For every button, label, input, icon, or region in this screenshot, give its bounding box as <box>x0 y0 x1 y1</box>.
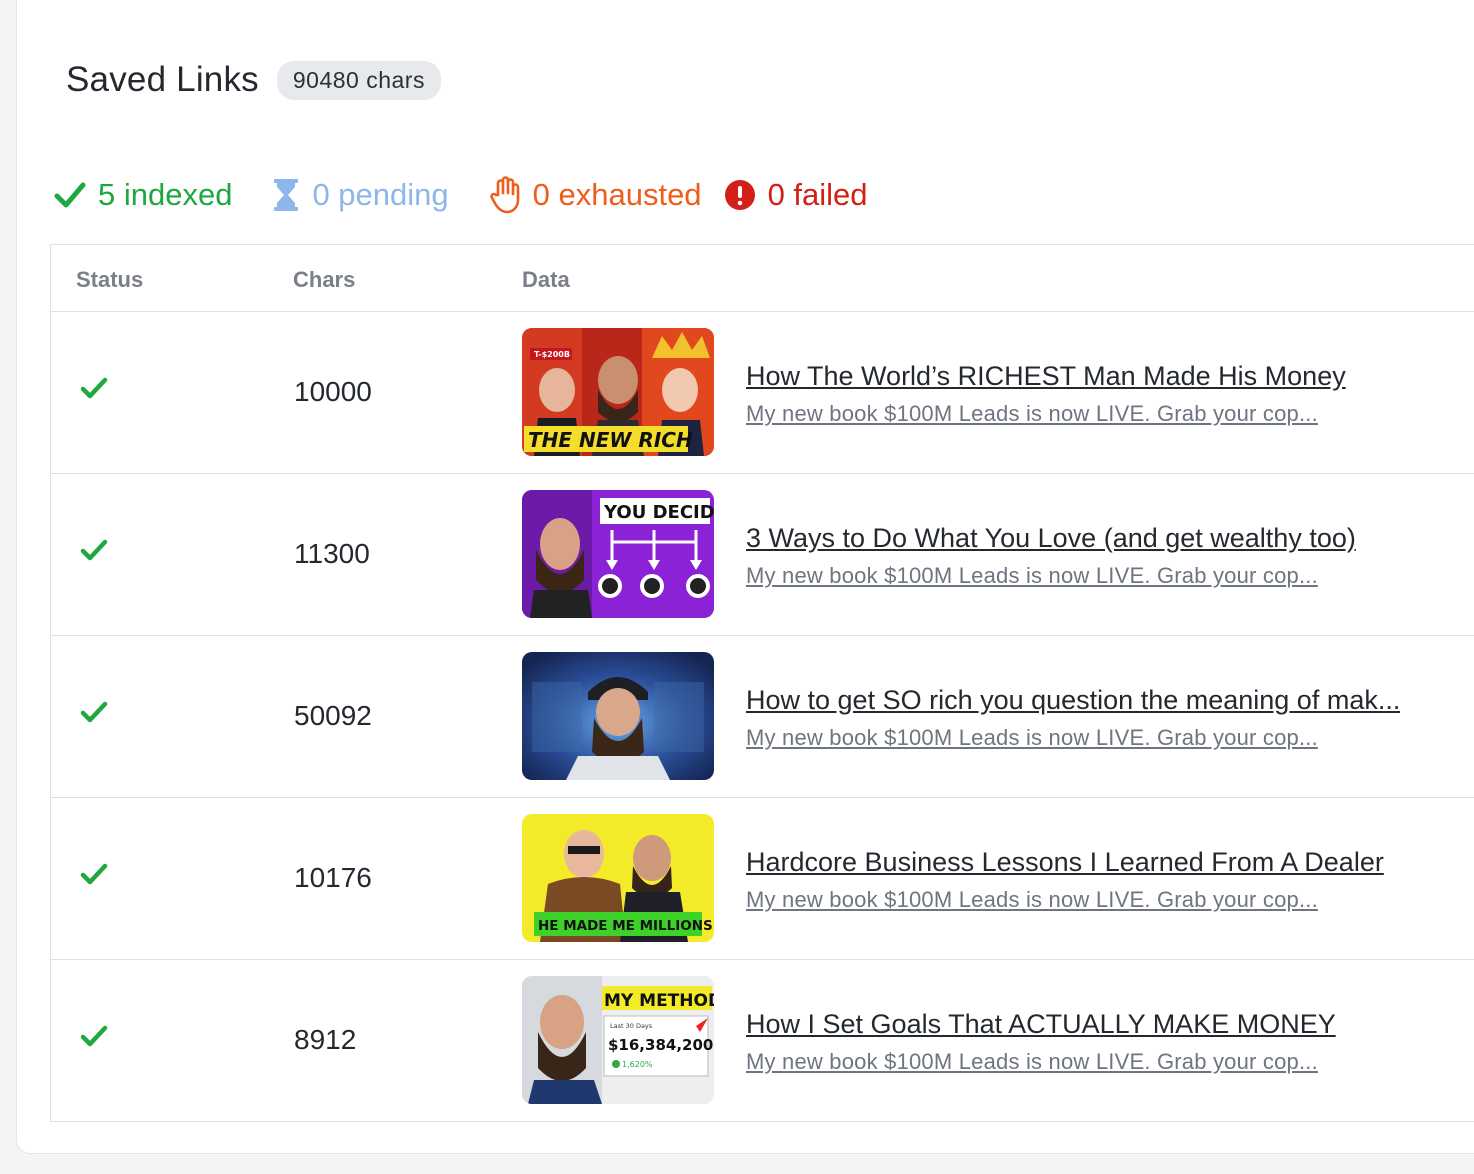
chars-value: 8912 <box>294 1024 357 1055</box>
check-icon <box>80 862 108 891</box>
status-column-header[interactable]: Status <box>76 267 143 293</box>
video-thumbnail[interactable]: YOU DECIDE <box>522 490 714 618</box>
thumbnail-caption: MY METHOD <box>604 991 714 1011</box>
link-title[interactable]: How to get SO rich you question the mean… <box>746 685 1400 716</box>
video-thumbnail[interactable] <box>522 652 714 780</box>
check-icon <box>80 1024 108 1053</box>
alert-circle-icon <box>724 179 756 211</box>
link-description[interactable]: My new book $100M Leads is now LIVE. Gra… <box>746 725 1318 751</box>
table-row[interactable]: 11300 YOU DECIDE 3 Ways to Do What You <box>51 474 1474 636</box>
link-title[interactable]: How I Set Goals That ACTUALLY MAKE MONEY <box>746 1009 1336 1040</box>
link-title[interactable]: How The World’s RICHEST Man Made His Mon… <box>746 361 1346 392</box>
indexed-label: 5 indexed <box>98 177 233 212</box>
hand-icon <box>489 176 521 214</box>
check-icon <box>80 538 108 567</box>
table-row[interactable]: 10176 HE MADE ME MILLIONS Hardcore Busin… <box>51 798 1474 960</box>
chars-value: 10176 <box>294 862 372 893</box>
thumbnail-caption: YOU DECIDE <box>603 502 714 523</box>
exhausted-stat[interactable]: 0 exhausted <box>489 176 702 214</box>
saved-links-header: Saved Links 90480 chars <box>66 60 441 100</box>
failed-stat[interactable]: 0 failed <box>724 177 868 213</box>
thumbnail-period: Last 30 Days <box>610 1022 653 1030</box>
links-table: Status Chars Data 10000 T-$200B THE NEW … <box>50 244 1474 1122</box>
chars-value: 11300 <box>294 538 370 569</box>
link-description[interactable]: My new book $100M Leads is now LIVE. Gra… <box>746 1049 1318 1075</box>
thumbnail-percent: 1,620% <box>622 1060 653 1069</box>
data-column-header[interactable]: Data <box>522 267 570 293</box>
video-thumbnail[interactable]: HE MADE ME MILLIONS <box>522 814 714 942</box>
check-icon <box>54 181 86 209</box>
pending-label: 0 pending <box>312 177 449 212</box>
chars-value: 10000 <box>294 376 372 407</box>
table-row[interactable]: 10000 T-$200B THE NEW RICH How The World… <box>51 312 1474 474</box>
video-thumbnail[interactable]: MY METHOD Last 30 Days $16,384,200 1,620… <box>522 976 714 1104</box>
chars-count-badge: 90480 chars <box>276 60 441 100</box>
exhausted-label: 0 exhausted <box>532 177 702 212</box>
thumbnail-caption: THE NEW RICH <box>528 428 693 452</box>
link-description[interactable]: My new book $100M Leads is now LIVE. Gra… <box>746 401 1318 427</box>
link-description[interactable]: My new book $100M Leads is now LIVE. Gra… <box>746 887 1318 913</box>
video-thumbnail[interactable]: T-$200B THE NEW RICH <box>522 328 714 456</box>
chars-value: 50092 <box>294 700 372 731</box>
status-summary: 5 indexed 0 pending 0 exhausted 0 failed <box>54 176 908 214</box>
check-icon <box>80 700 108 729</box>
table-row[interactable]: 8912 MY METHOD Last 30 Days $16,384,200 … <box>51 960 1474 1122</box>
link-title[interactable]: Hardcore Business Lessons I Learned From… <box>746 847 1384 878</box>
link-title[interactable]: 3 Ways to Do What You Love (and get weal… <box>746 523 1356 554</box>
pending-stat[interactable]: 0 pending <box>272 177 449 213</box>
thumbnail-tag: T-$200B <box>534 350 570 359</box>
table-row[interactable]: 50092 How to get SO rich you question th… <box>51 636 1474 798</box>
page-title: Saved Links <box>66 60 259 99</box>
hourglass-icon <box>272 178 300 212</box>
check-icon <box>80 376 108 405</box>
chars-column-header[interactable]: Chars <box>293 267 355 293</box>
table-header: Status Chars Data <box>51 245 1474 312</box>
indexed-stat[interactable]: 5 indexed <box>54 177 232 213</box>
failed-label: 0 failed <box>767 177 868 212</box>
thumbnail-amount: $16,384,200 <box>608 1036 713 1054</box>
thumbnail-caption: HE MADE ME MILLIONS <box>538 918 713 934</box>
link-description[interactable]: My new book $100M Leads is now LIVE. Gra… <box>746 563 1318 589</box>
